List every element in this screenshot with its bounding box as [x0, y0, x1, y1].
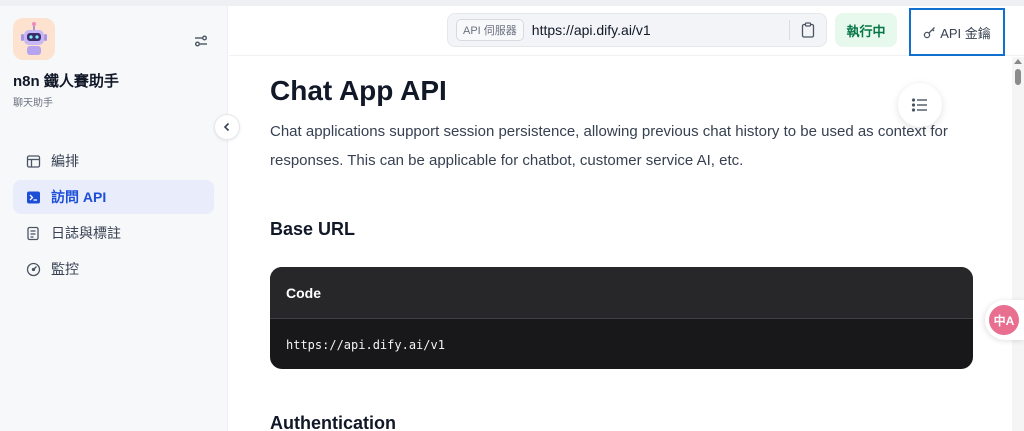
base-url-heading: Base URL: [270, 219, 356, 239]
log-icon: [25, 225, 41, 241]
code-block-text: https://api.dify.ai/v1: [286, 338, 445, 352]
sidebar-nav: 編排 訪問 API 日誌與標註 監控: [13, 144, 214, 288]
table-of-contents-button[interactable]: [898, 83, 942, 127]
translate-icon: 中A: [989, 305, 1019, 335]
sidebar: n8n 鐵人賽助手 聊天助手 編排 訪問 API 日誌與標註 監控: [0, 6, 228, 431]
api-server-label: API 伺服器: [456, 19, 524, 41]
scroll-up-arrow-icon[interactable]: [1014, 59, 1022, 64]
list-icon: [911, 98, 927, 112]
sidebar-item-orchestrate[interactable]: 編排: [13, 144, 214, 178]
chevron-left-icon: [223, 122, 230, 132]
terminal-icon: [25, 189, 41, 205]
copy-button[interactable]: [790, 22, 826, 38]
sidebar-item-monitoring[interactable]: 監控: [13, 252, 214, 286]
app-robot-icon: [13, 18, 55, 60]
api-header: API 伺服器 https://api.dify.ai/v1 執行中 API 金…: [229, 6, 1024, 56]
app-name: n8n 鐵人賽助手: [13, 73, 119, 90]
sidebar-item-logs[interactable]: 日誌與標註: [13, 216, 214, 250]
intro-text: Chat applications support session persis…: [270, 123, 948, 169]
sidebar-item-label: 編排: [51, 153, 79, 169]
sidebar-item-label: 訪問 API: [51, 189, 107, 205]
collapse-sidebar-button[interactable]: [214, 114, 240, 140]
sidebar-item-label: 日誌與標註: [51, 225, 121, 241]
api-key-button[interactable]: API 金鑰: [909, 8, 1005, 56]
page-title: Chat App API: [270, 75, 447, 106]
api-server-url: https://api.dify.ai/v1: [531, 22, 651, 38]
app-settings-icon[interactable]: [190, 30, 212, 52]
api-key-label: API 金鑰: [940, 25, 991, 41]
gauge-icon: [25, 261, 41, 277]
translate-button[interactable]: 中A: [985, 300, 1024, 340]
api-server-field: API 伺服器 https://api.dify.ai/v1: [447, 13, 827, 47]
sidebar-item-api-access[interactable]: 訪問 API: [13, 180, 214, 214]
app-type: 聊天助手: [13, 98, 53, 109]
scrollbar-thumb[interactable]: [1015, 69, 1021, 85]
status-badge: 執行中: [835, 13, 897, 47]
api-doc-content: Chat App API Chat applications support s…: [229, 57, 1012, 431]
code-block: Code https://api.dify.ai/v1: [270, 267, 973, 369]
code-block-title: Code: [270, 267, 973, 319]
layout-icon: [25, 153, 41, 169]
clipboard-icon: [801, 22, 815, 38]
authentication-heading: Authentication: [270, 413, 396, 431]
key-icon: [923, 26, 936, 38]
scrollbar[interactable]: [1012, 57, 1024, 431]
sidebar-item-label: 監控: [51, 261, 79, 277]
